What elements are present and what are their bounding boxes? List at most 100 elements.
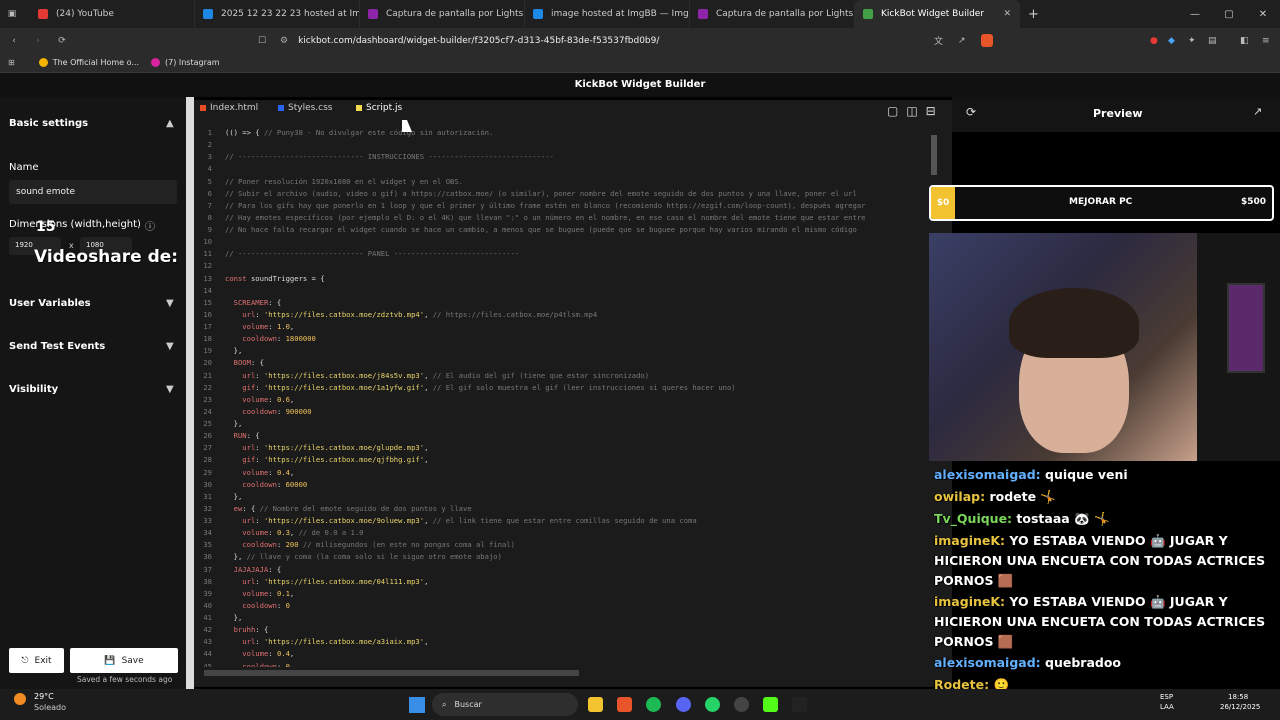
obs-icon[interactable] xyxy=(734,697,749,712)
mouse-cursor-icon xyxy=(402,120,412,132)
browser-tab[interactable]: Captura de pantalla por Lightshot xyxy=(690,0,855,28)
code-token: , xyxy=(289,649,295,659)
line-number: 39 xyxy=(203,588,212,598)
clock-time[interactable]: 18:58 xyxy=(1228,693,1248,701)
extension-blue-icon[interactable]: ◆ xyxy=(1168,36,1175,46)
visibility-header[interactable]: Visibility xyxy=(9,384,58,395)
code-token: , xyxy=(289,467,295,477)
bookmark-item[interactable]: (7) Instagram xyxy=(151,58,220,67)
address-bar[interactable]: ⚙ kickbot.com/dashboard/widget-builder/f… xyxy=(280,31,1000,50)
wallet-icon[interactable]: ▤ xyxy=(1208,36,1217,46)
chevron-up-icon[interactable]: ▲ xyxy=(166,118,174,129)
layout-icons[interactable]: ▢◫⊟ xyxy=(887,104,944,118)
minimize-icon[interactable]: — xyxy=(1178,9,1212,20)
code-line: 3 // ----------------------------- INSTRU… xyxy=(194,151,929,163)
line-number: 28 xyxy=(203,455,212,465)
info-icon[interactable]: ⓘ xyxy=(145,218,155,233)
favicon-icon xyxy=(698,9,708,19)
code-text: url: 'https://files.catbox.moe/zdztvb.mp… xyxy=(212,309,597,321)
discord-icon[interactable] xyxy=(676,697,691,712)
reload-icon[interactable]: ⟳ xyxy=(52,36,72,46)
epic-games-icon[interactable] xyxy=(792,697,807,712)
browser-tab[interactable]: KickBot Widget Builder ✕ xyxy=(855,0,1020,28)
lang-indicator[interactable]: ESP xyxy=(1160,693,1173,701)
code-token: , xyxy=(424,309,433,319)
close-window-icon[interactable]: ✕ xyxy=(1246,9,1280,20)
browser-tab[interactable]: (24) YouTube xyxy=(30,0,195,28)
code-token: 'https://files.catbox.moe/qjfbhg.gif' xyxy=(263,455,425,465)
brave-browser-icon[interactable] xyxy=(617,697,632,712)
back-icon[interactable]: ‹ xyxy=(4,36,24,46)
exit-button[interactable]: ⎋ Exit xyxy=(9,648,64,673)
code-text: gif: 'https://files.catbox.moe/1a1yfw.gi… xyxy=(212,382,735,394)
code-line: 24 cooldown: 900000 xyxy=(194,406,929,418)
close-tab-icon[interactable]: ✕ xyxy=(1003,9,1011,19)
horizontal-scrollbar[interactable] xyxy=(194,667,929,679)
bookmark-icon xyxy=(151,58,160,67)
taskbar-search[interactable]: ⌕ Buscar xyxy=(432,693,578,716)
browser-tab[interactable]: image hosted at ImgBB — ImgBB xyxy=(525,0,690,28)
chat-username: owilap: xyxy=(934,489,986,504)
code-line: 35 cooldown: 200 // milisegundos (en est… xyxy=(194,539,929,551)
brave-shield-icon[interactable] xyxy=(981,34,993,47)
forward-icon[interactable]: › xyxy=(28,36,48,46)
chat-message: alexisomaigad: quebradoo xyxy=(934,655,1121,670)
code-editor[interactable]: 1(() => { // Puny38 - No divulgar este c… xyxy=(194,127,929,667)
code-token: }, xyxy=(225,552,247,562)
kick-icon[interactable] xyxy=(763,697,778,712)
share-icon[interactable]: ↗ xyxy=(958,36,966,46)
file-tab-label: Index.html xyxy=(210,103,259,113)
favicon-icon xyxy=(368,9,378,19)
file-tab[interactable]: Index.html xyxy=(200,103,258,113)
chevron-down-icon[interactable]: ▼ xyxy=(166,341,174,352)
bookmark-label: The Official Home o... xyxy=(52,58,139,67)
external-link-icon[interactable]: ↗ xyxy=(1253,105,1262,118)
line-number: 37 xyxy=(203,564,212,574)
name-field[interactable]: sound emote xyxy=(9,180,177,204)
send-test-events-header[interactable]: Send Test Events xyxy=(9,341,105,352)
save-button[interactable]: 💾 Save xyxy=(70,648,178,673)
chevron-down-icon[interactable]: ▼ xyxy=(166,384,174,395)
new-tab-button[interactable]: + xyxy=(1028,7,1039,22)
browser-tab[interactable]: 2025 12 23 22 23 hosted at ImgBB — xyxy=(195,0,360,28)
user-variables-header[interactable]: User Variables xyxy=(9,298,91,309)
code-token: , xyxy=(424,455,429,465)
favicon-icon xyxy=(203,9,213,19)
refresh-icon[interactable]: ⟳ xyxy=(966,105,976,119)
menu-icon[interactable]: ≡ xyxy=(1262,36,1270,46)
code-line: 1(() => { // Puny38 - No divulgar este c… xyxy=(194,127,929,139)
chat-text: YO ESTABA VIENDO 🤖 JUGAR Y xyxy=(1009,594,1228,609)
code-token: 'https://files.catbox.moe/a3iaix.mp3' xyxy=(263,637,425,647)
url-text: kickbot.com/dashboard/widget-builder/f32… xyxy=(298,35,660,46)
sidebar-toggle-icon[interactable]: ◧ xyxy=(1240,36,1249,46)
vertical-scrollbar[interactable] xyxy=(931,135,937,175)
bookmark-item[interactable]: The Official Home o... xyxy=(38,58,139,67)
spotify-icon[interactable] xyxy=(646,697,661,712)
line-number: 17 xyxy=(203,322,212,331)
site-info-icon[interactable]: ⚙ xyxy=(280,36,288,46)
line-number: 25 xyxy=(203,419,212,428)
line-number: 9 xyxy=(207,225,212,234)
maximize-icon[interactable]: ▢ xyxy=(1212,9,1246,20)
extension-red-icon[interactable]: ● xyxy=(1150,36,1158,46)
file-explorer-icon[interactable] xyxy=(588,697,603,712)
code-token: BOOM xyxy=(225,358,251,368)
chevron-down-icon[interactable]: ▼ xyxy=(166,298,174,309)
extensions-icon[interactable]: ✦ xyxy=(1188,36,1196,46)
bookmark-icon[interactable]: ☐ xyxy=(258,36,266,46)
browser-tab[interactable]: Captura de pantalla por Lightshot xyxy=(360,0,525,28)
line-number: 11 xyxy=(203,249,212,259)
apps-grid-icon[interactable]: ⊞ xyxy=(8,58,15,67)
splitter[interactable] xyxy=(186,97,194,689)
translate-icon[interactable]: 文 xyxy=(934,34,943,47)
file-tab[interactable]: Styles.css xyxy=(278,103,332,113)
code-token: volume xyxy=(225,528,269,538)
windows-start-icon[interactable] xyxy=(409,697,425,713)
file-tab[interactable]: Script.js xyxy=(356,103,402,113)
basic-settings-header[interactable]: Basic settings xyxy=(9,118,88,129)
code-token: : xyxy=(255,370,264,380)
line-number: 24 xyxy=(203,406,212,416)
tab-actions-icon[interactable]: ▣ xyxy=(0,9,24,19)
code-line: 36 }, // llave y coma (la coma solo si l… xyxy=(194,551,929,563)
whatsapp-icon[interactable] xyxy=(705,697,720,712)
